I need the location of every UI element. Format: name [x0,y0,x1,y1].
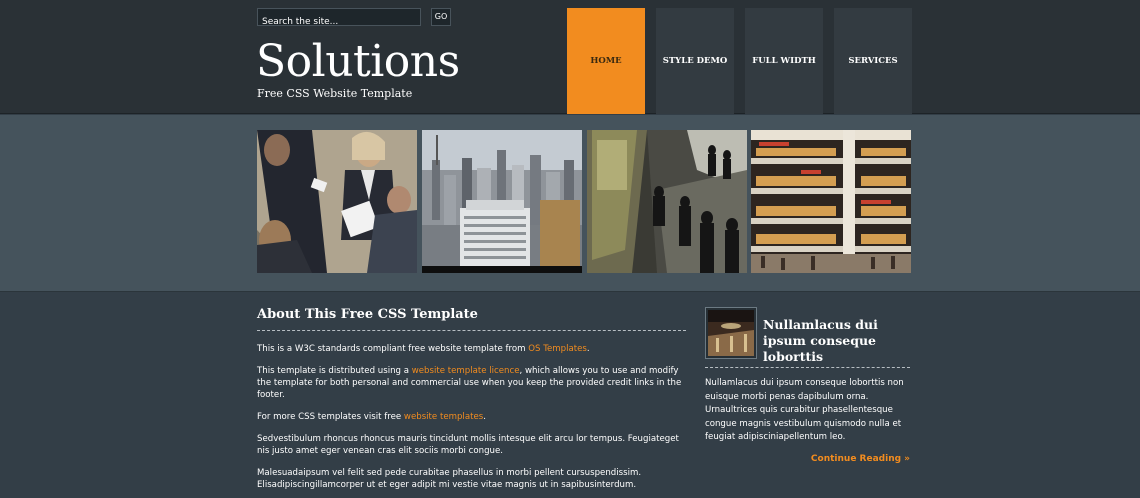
licence-link[interactable]: website template licence [412,366,520,376]
search-box[interactable] [257,8,421,30]
main-nav: Home Style Demo Full Width Services [567,8,912,114]
nav-item-style-demo[interactable]: Style Demo [656,8,734,114]
about-heading: About This Free CSS Template [257,307,686,331]
body-paragraph: Sedvestibulum rhoncus rhoncus mauris tin… [257,434,679,456]
nav-item-full-width[interactable]: Full Width [745,8,823,114]
site-logo[interactable]: Solutions [256,38,460,86]
licence-paragraph: This template is distributed using a web… [257,366,682,400]
sidebar-thumbnail [705,307,757,359]
search-input[interactable] [258,14,420,30]
body-paragraph: Malesuadaipsum vel felit sed pede curabi… [257,468,642,490]
city-skyline-photo [422,130,582,273]
shopping-mall-photo [751,130,911,273]
nav-item-services[interactable]: Services [834,8,912,114]
continue-reading-link[interactable]: Continue Reading » [811,454,910,464]
image-gallery [0,115,1140,292]
sidebar-text: Nullamlacus dui ipsum conseque loborttis… [705,378,904,443]
divider [705,367,910,368]
main-content: About This Free CSS Template This is a W… [257,307,686,491]
os-templates-link[interactable]: OS Templates [528,344,587,354]
train-platform-photo [587,130,747,273]
intro-paragraph: This is a W3C standards compliant free w… [257,344,590,354]
nav-item-home[interactable]: Home [567,8,645,114]
sidebar-heading: Nullamlacus dui ipsum conseque loborttis [763,317,878,364]
more-templates-paragraph: For more CSS templates visit free websit… [257,412,486,422]
business-meeting-photo [257,130,417,273]
website-templates-link[interactable]: website templates [404,412,483,422]
search-go-button[interactable]: GO [431,8,451,26]
site-header: GO Solutions Free CSS Website Template H… [0,0,1140,114]
site-tagline: Free CSS Website Template [257,87,413,100]
